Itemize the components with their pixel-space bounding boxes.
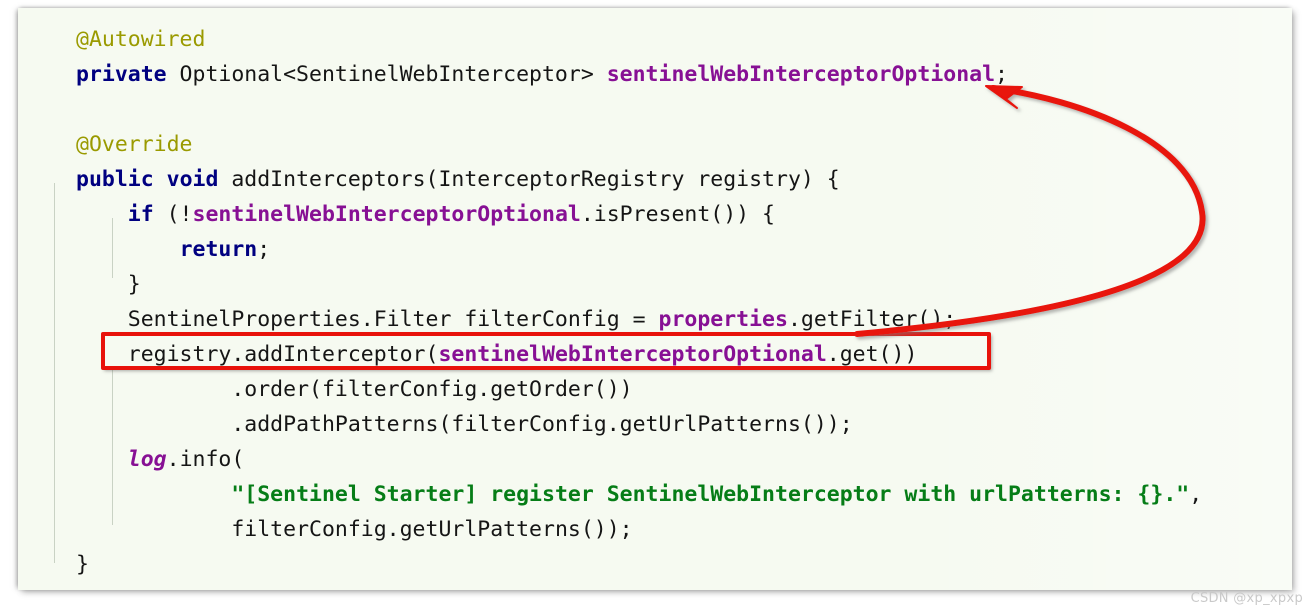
token-plain: } bbox=[127, 272, 141, 297]
token-kw: private bbox=[76, 62, 167, 87]
token-kw: if bbox=[127, 202, 154, 227]
code-text[interactable]: @Autowired private Optional<SentinelWebIn… bbox=[18, 8, 1292, 582]
token-plain: filterConfig.getUrlPatterns()); bbox=[231, 517, 633, 542]
token-plain: } bbox=[76, 552, 89, 577]
line-order[interactable]: .order(filterConfig.getOrder()) bbox=[18, 372, 1292, 407]
token-plain: .getFilter(); bbox=[787, 307, 957, 332]
token-field: properties bbox=[658, 307, 788, 332]
token-plain: addInterceptors(InterceptorRegistry regi… bbox=[218, 167, 840, 192]
token-plain: , bbox=[1189, 482, 1203, 507]
token-str: "[Sentinel Starter] register SentinelWeb… bbox=[231, 482, 1190, 507]
token-plain: ; bbox=[257, 237, 271, 262]
line-add-path-patterns[interactable]: .addPathPatterns(filterConfig.getUrlPatt… bbox=[18, 407, 1292, 442]
line-close-method[interactable]: } bbox=[18, 547, 1292, 582]
token-plain: .order(filterConfig.getOrder()) bbox=[231, 377, 633, 402]
token-kw: public bbox=[76, 167, 154, 192]
line-field-decl[interactable]: private Optional<SentinelWebInterceptor>… bbox=[18, 57, 1292, 92]
line-blank-1[interactable] bbox=[18, 92, 1292, 127]
line-return[interactable]: return; bbox=[18, 232, 1292, 267]
line-log-arg[interactable]: filterConfig.getUrlPatterns()); bbox=[18, 512, 1292, 547]
token-plain: ; bbox=[995, 62, 1008, 87]
token-field: sentinelWebInterceptorOptional bbox=[606, 62, 996, 87]
line-log-string[interactable]: "[Sentinel Starter] register SentinelWeb… bbox=[18, 477, 1292, 512]
token-kw: void bbox=[166, 167, 219, 192]
token-plain: .isPresent()) { bbox=[580, 202, 776, 227]
token-plain: (! bbox=[153, 202, 193, 227]
token-plain: SentinelProperties.Filter filterConfig = bbox=[127, 307, 659, 332]
token-plain: .info( bbox=[166, 447, 245, 472]
line-autowired[interactable]: @Autowired bbox=[18, 22, 1292, 57]
token-static: log bbox=[127, 447, 167, 472]
token-plain: .addPathPatterns(filterConfig.getUrlPatt… bbox=[231, 412, 853, 437]
code-editor-panel[interactable]: @Autowired private Optional<SentinelWebIn… bbox=[18, 8, 1292, 590]
token-field: sentinelWebInterceptorOptional bbox=[192, 202, 581, 227]
token-anno: @Override bbox=[76, 132, 193, 157]
line-log-info[interactable]: log.info( bbox=[18, 442, 1292, 477]
token-plain: Optional<SentinelWebInterceptor> bbox=[166, 62, 607, 87]
line-override[interactable]: @Override bbox=[18, 127, 1292, 162]
token-anno: @Autowired bbox=[76, 27, 206, 52]
screenshot-root: @Autowired private Optional<SentinelWebIn… bbox=[0, 0, 1309, 607]
token-kw: return bbox=[179, 237, 258, 262]
line-if-ispresent[interactable]: if (!sentinelWebInterceptorOptional.isPr… bbox=[18, 197, 1292, 232]
highlight-rectangle-annotation bbox=[101, 332, 991, 370]
line-close-if[interactable]: } bbox=[18, 267, 1292, 302]
csdn-watermark: CSDN @xp_xpxp bbox=[1190, 591, 1303, 606]
line-method-signature[interactable]: public void addInterceptors(InterceptorR… bbox=[18, 162, 1292, 197]
